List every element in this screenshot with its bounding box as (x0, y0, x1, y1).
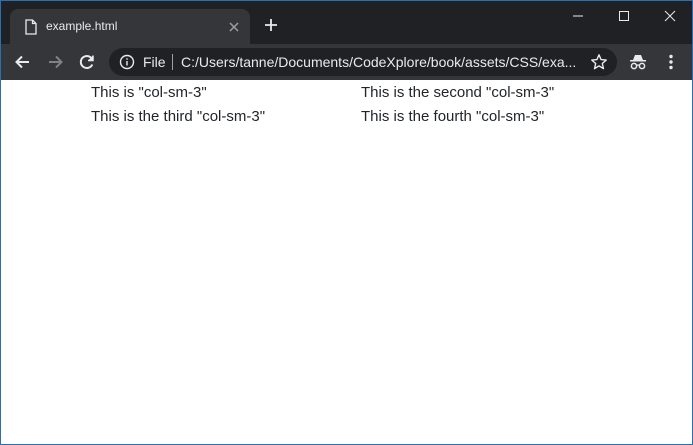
minimize-icon (573, 15, 583, 17)
toolbar: File C:/Users/tanne/Documents/CodeXplore… (1, 44, 692, 80)
incognito-icon[interactable] (628, 52, 648, 72)
maximize-icon (619, 11, 629, 21)
title-bar: example.html (1, 1, 692, 44)
url-text[interactable]: C:/Users/tanne/Documents/CodeXplore/book… (181, 54, 579, 70)
arrow-left-icon[interactable] (13, 52, 33, 72)
browser-window: example.html File C:/Users/tanne/Documen… (0, 0, 693, 445)
page-content: This is "col-sm-3" This is the second "c… (1, 80, 692, 444)
close-icon (664, 10, 676, 22)
arrow-right-icon[interactable] (45, 52, 65, 72)
star-icon[interactable] (590, 53, 608, 71)
info-icon[interactable] (119, 54, 135, 70)
col-text: This is the third "col-sm-3" (91, 108, 266, 125)
col-text: This is the fourth "col-sm-3" (361, 108, 545, 125)
plus-icon[interactable] (263, 17, 279, 33)
col-text: This is "col-sm-3" (91, 84, 207, 101)
divider (172, 54, 173, 70)
close-icon[interactable] (226, 19, 242, 35)
scheme-label: File (143, 54, 166, 70)
reload-icon[interactable] (77, 52, 97, 72)
col-text: This is the second "col-sm-3" (361, 84, 555, 101)
minimize-button[interactable] (555, 1, 601, 31)
kebab-menu-icon[interactable] (661, 52, 681, 72)
tab-example[interactable]: example.html (10, 9, 250, 44)
address-bar[interactable]: File C:/Users/tanne/Documents/CodeXplore… (109, 48, 617, 76)
maximize-button[interactable] (601, 1, 647, 31)
document-icon (24, 19, 38, 35)
close-window-button[interactable] (647, 1, 692, 31)
tab-title: example.html (46, 19, 118, 33)
